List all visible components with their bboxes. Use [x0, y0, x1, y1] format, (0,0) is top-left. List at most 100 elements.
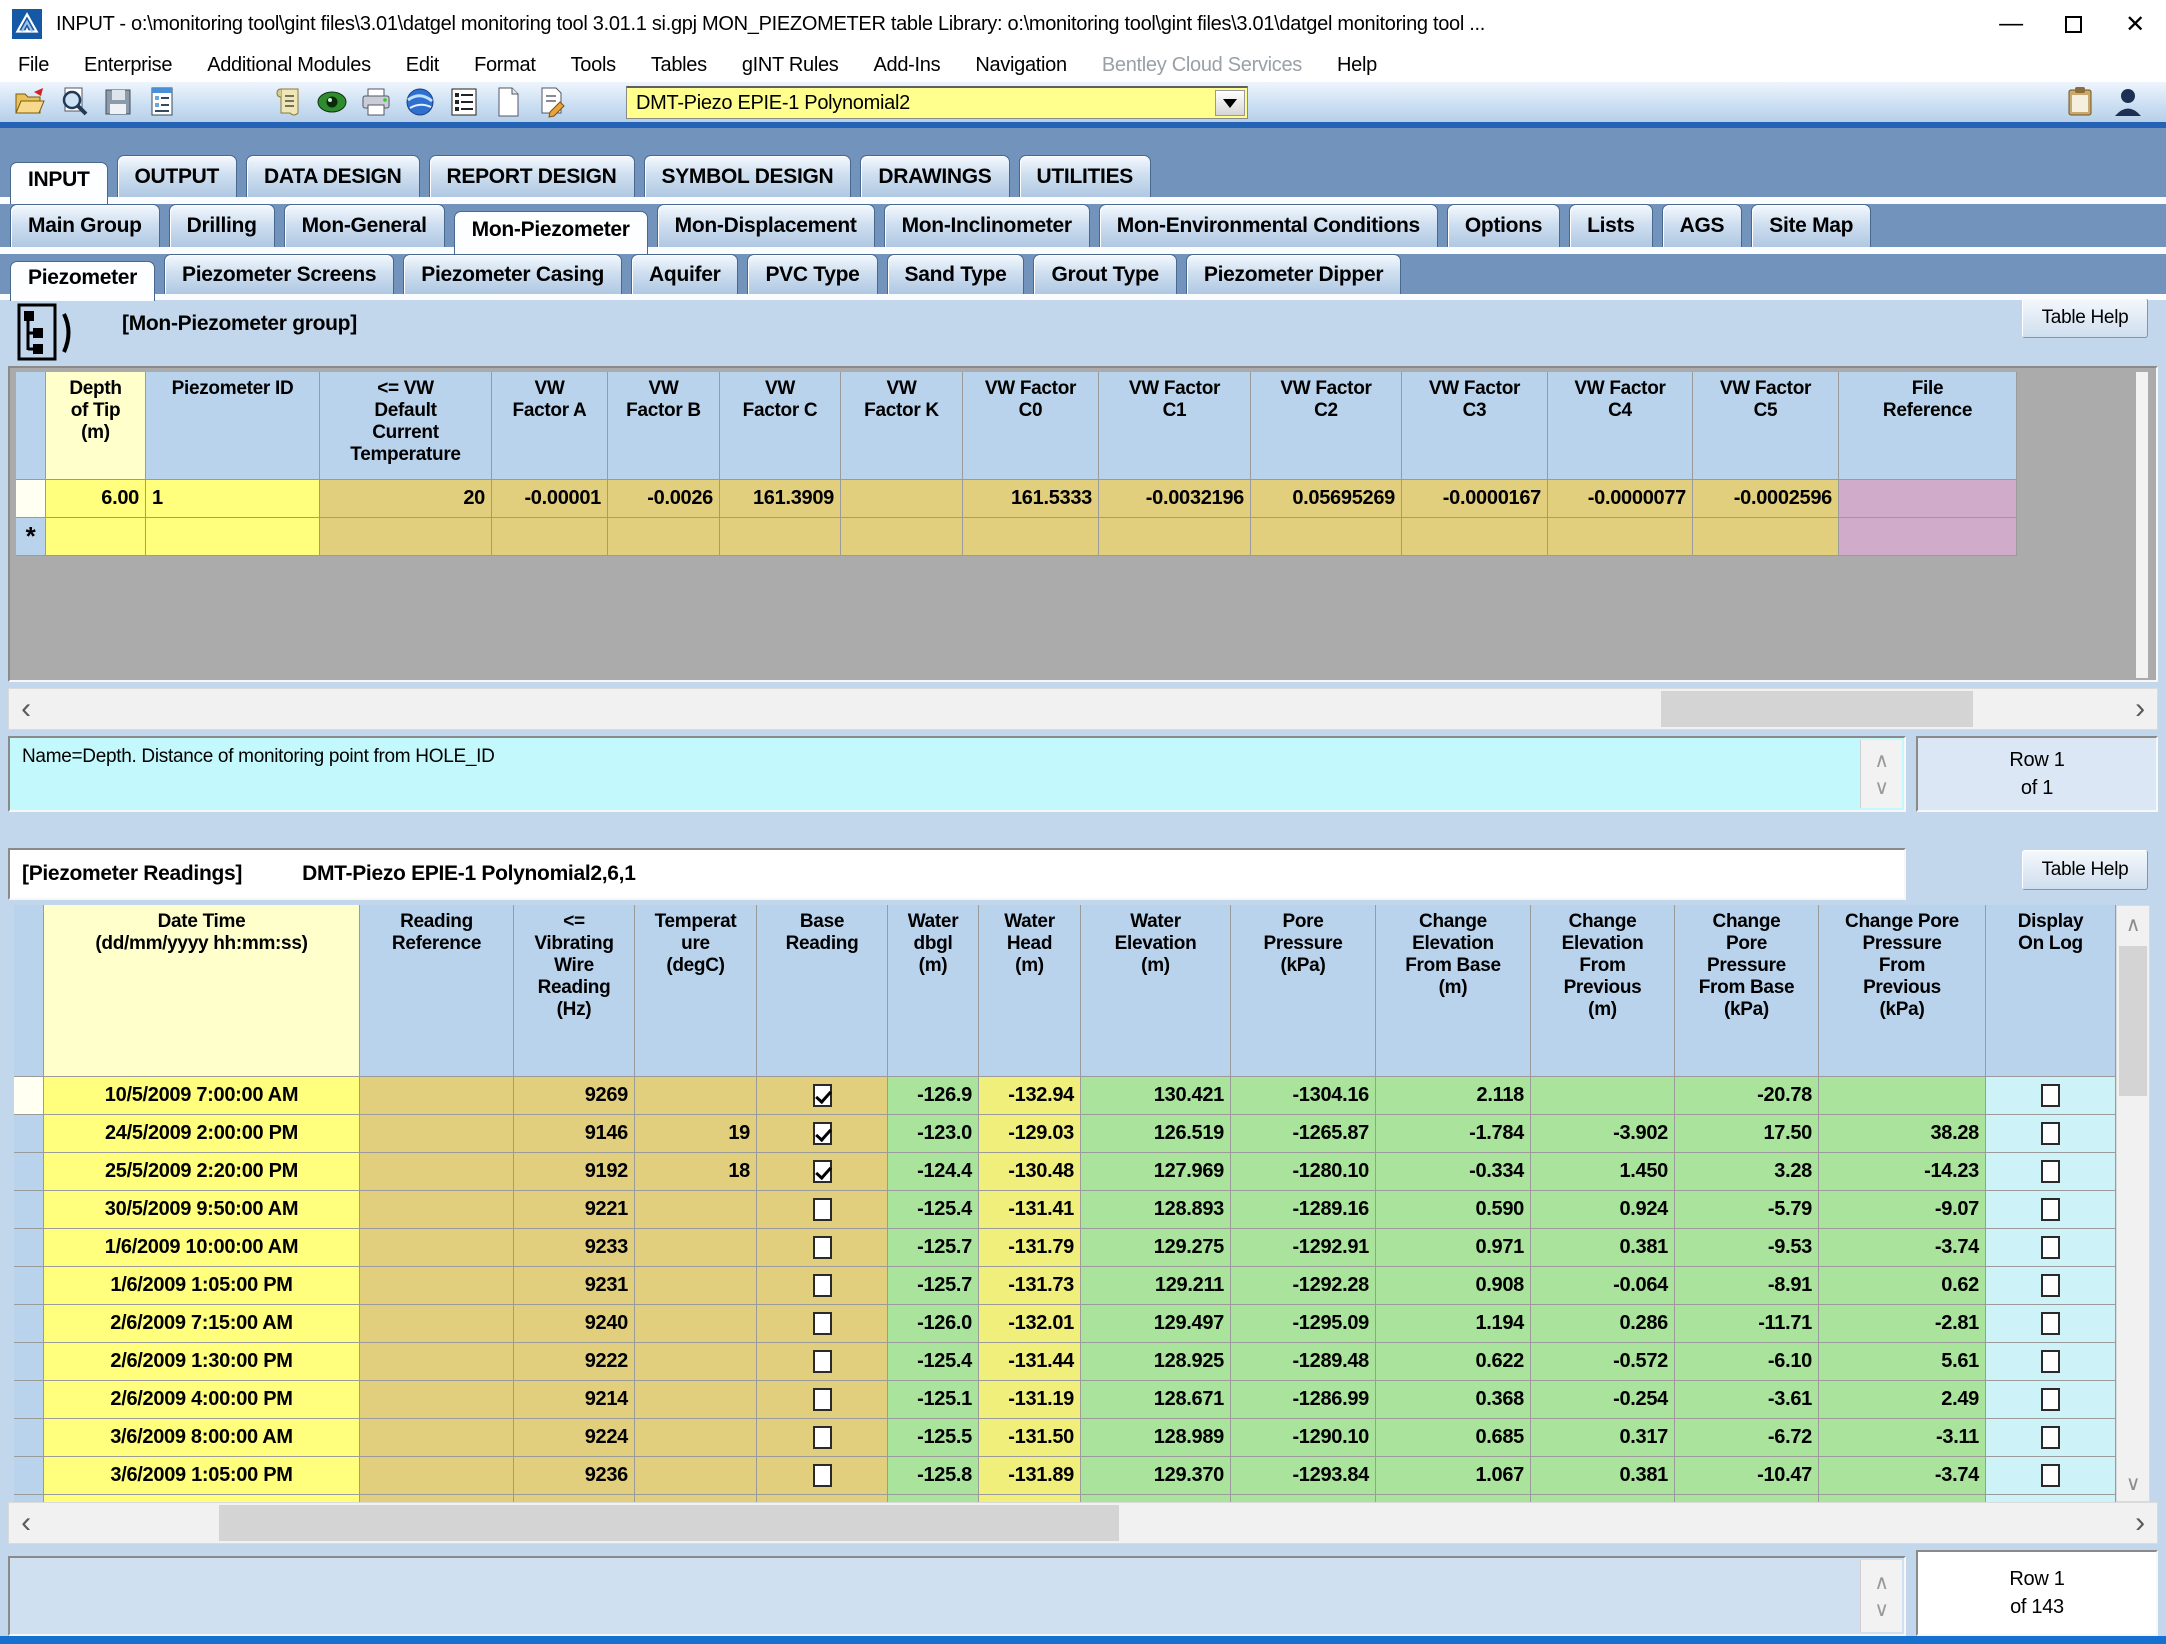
column-header[interactable]: <= VW Default Current Temperature [320, 372, 492, 480]
cell[interactable]: -131.73 [979, 1267, 1081, 1305]
cell[interactable] [757, 1419, 888, 1457]
combobox-dropdown-icon[interactable] [1215, 90, 1245, 116]
tab-mon-displacement[interactable]: Mon-Displacement [657, 204, 875, 247]
open-project-icon[interactable] [14, 86, 46, 118]
scroll-right-icon[interactable]: › [2123, 689, 2157, 729]
tab-drawings[interactable]: DRAWINGS [860, 155, 1009, 197]
checkbox[interactable] [813, 1236, 832, 1259]
tab-input[interactable]: INPUT [10, 162, 108, 204]
cell[interactable]: 129.497 [1081, 1305, 1231, 1343]
cell[interactable] [757, 1229, 888, 1267]
cell[interactable]: 3/6/2009 1:05:00 PM [44, 1457, 360, 1495]
cell[interactable] [635, 1229, 757, 1267]
cell[interactable] [46, 518, 146, 556]
tab-grout-type[interactable]: Grout Type [1033, 254, 1176, 294]
column-header[interactable]: VW Factor C [720, 372, 841, 480]
cell[interactable]: -125.7 [888, 1267, 979, 1305]
column-header[interactable]: VW Factor C2 [1251, 372, 1402, 480]
tab-piezometer-casing[interactable]: Piezometer Casing [403, 254, 622, 294]
row-selector[interactable] [14, 1419, 44, 1457]
cell[interactable] [635, 1343, 757, 1381]
column-header[interactable]: Depth of Tip (m) [46, 372, 146, 480]
menu-enterprise[interactable]: Enterprise [84, 54, 172, 77]
checkbox[interactable] [2041, 1388, 2060, 1411]
cell[interactable]: 25/5/2009 2:20:00 PM [44, 1153, 360, 1191]
menu-navigation[interactable]: Navigation [975, 54, 1067, 77]
cell[interactable] [757, 1077, 888, 1115]
column-header[interactable]: VW Factor C5 [1693, 372, 1839, 480]
cell[interactable]: 0.317 [1531, 1419, 1675, 1457]
tab-data-design[interactable]: DATA DESIGN [246, 155, 419, 197]
cell[interactable] [757, 1343, 888, 1381]
tab-options[interactable]: Options [1447, 204, 1560, 247]
cell[interactable]: 0.590 [1376, 1191, 1531, 1229]
checkbox[interactable] [813, 1464, 832, 1487]
menu-file[interactable]: File [18, 54, 49, 77]
column-header[interactable]: VW Factor C0 [963, 372, 1099, 480]
report-selector-combobox[interactable]: DMT-Piezo EPIE-1 Polynomial2 [626, 86, 1248, 119]
cell[interactable] [360, 1153, 514, 1191]
checkbox[interactable] [2041, 1350, 2060, 1373]
close-icon[interactable]: ✕ [2104, 0, 2166, 48]
cell[interactable] [360, 1115, 514, 1153]
table-help-button-lower[interactable]: Table Help [2022, 850, 2148, 890]
cell[interactable]: -131.19 [979, 1381, 1081, 1419]
cell[interactable]: 19 [635, 1115, 757, 1153]
cell[interactable]: 0.381 [1531, 1229, 1675, 1267]
cell[interactable]: 126.519 [1081, 1115, 1231, 1153]
group-table-vscroll-track[interactable] [2136, 372, 2148, 678]
cell[interactable]: 2/6/2009 4:00:00 PM [44, 1381, 360, 1419]
column-header[interactable]: Change Elevation From Previous (m) [1531, 905, 1675, 1077]
checkbox[interactable] [813, 1312, 832, 1335]
group-table-hscrollbar[interactable]: ‹ › [8, 688, 2158, 730]
script-icon[interactable] [272, 86, 304, 118]
cell[interactable]: 129.211 [1081, 1267, 1231, 1305]
cell[interactable]: -0.0026 [608, 480, 720, 518]
cell[interactable]: -125.8 [888, 1457, 979, 1495]
cell[interactable] [514, 1495, 635, 1502]
cell[interactable]: 9240 [514, 1305, 635, 1343]
checkbox[interactable] [813, 1426, 832, 1449]
column-header[interactable]: Pore Pressure (kPa) [1231, 905, 1376, 1077]
cell[interactable] [44, 1495, 360, 1502]
cell[interactable] [1986, 1495, 2116, 1502]
tab-aquifer[interactable]: Aquifer [631, 254, 738, 294]
tree-view-icon[interactable] [16, 302, 76, 364]
scroll-up-icon[interactable]: ∧ [1861, 748, 1902, 773]
cell[interactable]: 9233 [514, 1229, 635, 1267]
column-header[interactable]: Base Reading [757, 905, 888, 1077]
cell[interactable]: -9.07 [1819, 1191, 1986, 1229]
cell[interactable] [360, 1343, 514, 1381]
tab-mon-inclinometer[interactable]: Mon-Inclinometer [884, 204, 1090, 247]
tab-pvc-type[interactable]: PVC Type [747, 254, 877, 294]
scrollbar-thumb[interactable] [2119, 946, 2147, 1096]
cell[interactable]: -1289.48 [1231, 1343, 1376, 1381]
cell[interactable]: -3.11 [1819, 1419, 1986, 1457]
checkbox[interactable] [813, 1198, 832, 1221]
cell[interactable]: 129.275 [1081, 1229, 1231, 1267]
cell[interactable] [635, 1495, 757, 1502]
cell[interactable]: -129.03 [979, 1115, 1081, 1153]
cell[interactable]: -0.0000077 [1548, 480, 1693, 518]
cell[interactable] [1548, 518, 1693, 556]
cell[interactable] [1986, 1267, 2116, 1305]
cell[interactable] [320, 518, 492, 556]
cell[interactable]: -11.71 [1675, 1305, 1819, 1343]
row-selector[interactable] [14, 1077, 44, 1115]
row-selector[interactable] [14, 1115, 44, 1153]
checkbox[interactable] [2041, 1122, 2060, 1145]
cell[interactable]: 0.685 [1376, 1419, 1531, 1457]
cell[interactable]: 9269 [514, 1077, 635, 1115]
preview-eye-icon[interactable] [316, 86, 348, 118]
minimize-icon[interactable]: — [1980, 0, 2042, 48]
cell[interactable]: 0.368 [1376, 1381, 1531, 1419]
cell[interactable]: 0.286 [1531, 1305, 1675, 1343]
cell[interactable]: -0.0002596 [1693, 480, 1839, 518]
cell[interactable]: -126.9 [888, 1077, 979, 1115]
cell[interactable]: -125.7 [888, 1229, 979, 1267]
cell[interactable] [1986, 1191, 2116, 1229]
cell[interactable]: 0.971 [1376, 1229, 1531, 1267]
row-selector[interactable] [14, 1457, 44, 1495]
cell[interactable] [360, 1077, 514, 1115]
cell[interactable]: -1292.28 [1231, 1267, 1376, 1305]
